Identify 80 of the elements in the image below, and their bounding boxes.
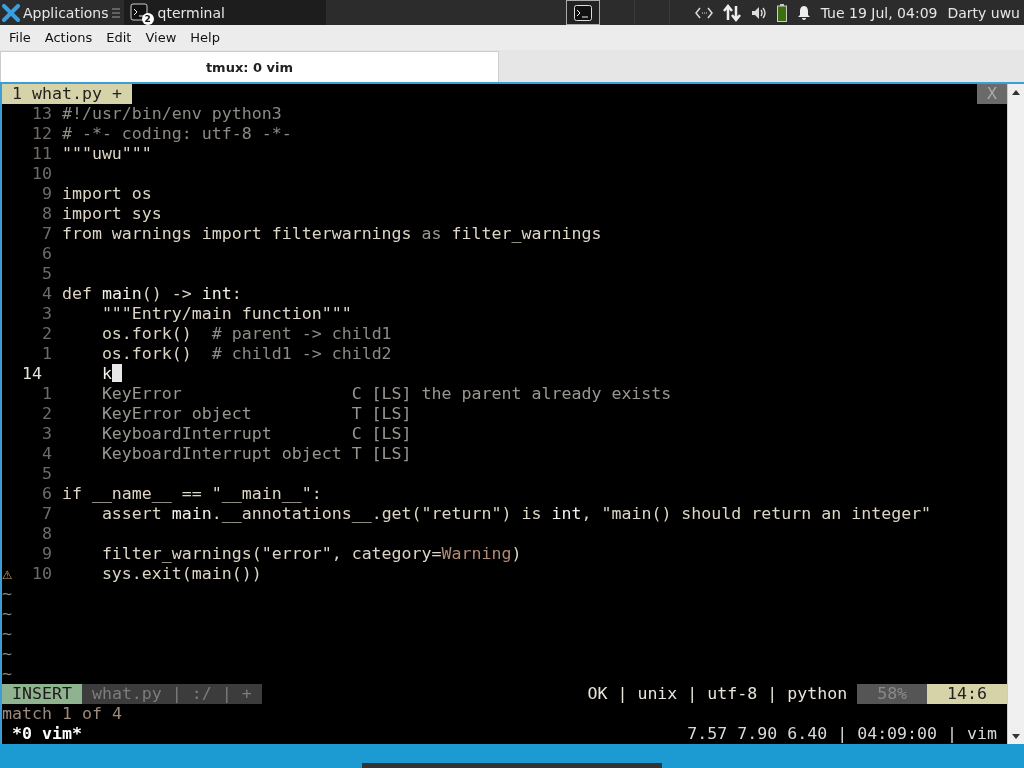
code-line: # -*- coding: utf-8 -*-: [61, 124, 292, 144]
applications-menu[interactable]: Applications: [0, 0, 124, 25]
empty-line-marker: ~: [2, 584, 12, 604]
menu-item[interactable]: Help: [183, 30, 227, 45]
line-number: 12: [30, 124, 52, 144]
line-number: 14: [21, 364, 43, 384]
line-number: 3: [40, 304, 52, 324]
code-line: KeyError object T [LS]: [100, 404, 412, 424]
tmux-window[interactable]: *0 vim*: [2, 724, 82, 744]
code-line: #!/usr/bin/env python3: [61, 104, 282, 124]
warning-icon: ⚠: [2, 564, 22, 584]
buffer-tab[interactable]: 1 what.py +: [2, 84, 132, 104]
menu-icon: [111, 7, 120, 18]
line-number: 6: [40, 244, 52, 264]
file-status: what.py | :/ | +: [81, 684, 262, 704]
line-number: 6: [40, 484, 52, 504]
mode-indicator: INSERT: [2, 684, 82, 704]
cursor-position: 14:6: [927, 684, 1007, 704]
terminal-icon: [573, 4, 592, 21]
clock[interactable]: Tue 19 Jul, 04:09: [820, 4, 938, 21]
menu-item[interactable]: Actions: [37, 30, 100, 45]
bell-icon[interactable]: [796, 4, 811, 21]
x-logo-icon: [2, 3, 20, 22]
line-number: 9: [40, 184, 52, 204]
code-line: """Entry/main function""": [100, 304, 352, 324]
line-number: 1: [40, 344, 52, 364]
menu-item[interactable]: View: [138, 30, 184, 45]
code-line: import os: [61, 184, 152, 204]
code-line: KeyboardInterrupt object T [LS]: [100, 444, 412, 464]
code-line: k: [100, 364, 112, 384]
line-number: 10: [30, 564, 52, 584]
line-number: 8: [40, 204, 52, 224]
terminal-launcher-button[interactable]: [565, 0, 600, 25]
code-line: from warnings import filterwarnings as filter_warnings: [61, 224, 602, 244]
line-number: 9: [40, 544, 52, 564]
scrollbar[interactable]: [1007, 84, 1024, 744]
line-number: 7: [40, 224, 52, 244]
user-name[interactable]: Darty uwu: [947, 4, 1020, 21]
menu-item[interactable]: Edit: [99, 30, 139, 45]
code-line: filter_warnings("error", category=Warning): [100, 544, 522, 564]
line-number: 4: [40, 444, 52, 464]
line-number: 11: [30, 144, 52, 164]
line-number: 1: [40, 384, 52, 404]
code-line: KeyboardInterrupt C [LS]: [100, 424, 412, 444]
code-line: KeyError C [LS] the parent already exists: [100, 384, 672, 404]
file-info: OK | unix | utf-8 | python: [587, 684, 849, 704]
volume-icon[interactable]: [750, 5, 767, 20]
empty-line-marker: ~: [2, 664, 12, 684]
line-number: 4: [40, 284, 52, 304]
scroll-down-icon[interactable]: [1012, 733, 1020, 739]
code-line: def main() -> int:: [61, 284, 242, 304]
transfer-arrows-icon[interactable]: [722, 3, 741, 22]
network-icon[interactable]: [694, 6, 713, 19]
code-line: if __name__ == "__main__":: [61, 484, 322, 504]
line-number: 13: [30, 104, 52, 124]
scroll-up-icon[interactable]: [1012, 89, 1020, 95]
terminal-tab[interactable]: tmux: 0 vim: [0, 51, 499, 82]
search-message: match 1 of 4: [2, 704, 122, 724]
battery-icon[interactable]: [776, 3, 787, 22]
terminal-icon: [129, 2, 148, 21]
line-number: 5: [40, 264, 52, 284]
line-number: 7: [40, 504, 52, 524]
code-line: """uwu""": [61, 144, 152, 164]
code-line: os.fork() # parent -> child1: [100, 324, 392, 344]
line-number: 5: [40, 464, 52, 484]
tmux-status: 7.57 7.90 6.40 | 04:09:00 | vim: [687, 724, 998, 744]
taskbar-button[interactable]: 2 qterminal: [123, 0, 326, 25]
line-number: 2: [40, 324, 52, 344]
code-line: sys.exit(main()): [100, 564, 262, 584]
empty-line-marker: ~: [2, 644, 12, 664]
line-number: 8: [40, 524, 52, 544]
line-number: 2: [40, 404, 52, 424]
code-line: assert main.__annotations__.get("return") is int, "main() should return an integer": [100, 504, 932, 524]
line-number: 3: [40, 424, 52, 444]
code-line: os.fork() # child1 -> child2: [100, 344, 392, 364]
empty-line-marker: ~: [2, 604, 12, 624]
code-line: import sys: [61, 204, 162, 224]
line-number: 10: [30, 164, 52, 184]
menu-item[interactable]: File: [2, 30, 38, 45]
empty-line-marker: ~: [2, 624, 12, 644]
